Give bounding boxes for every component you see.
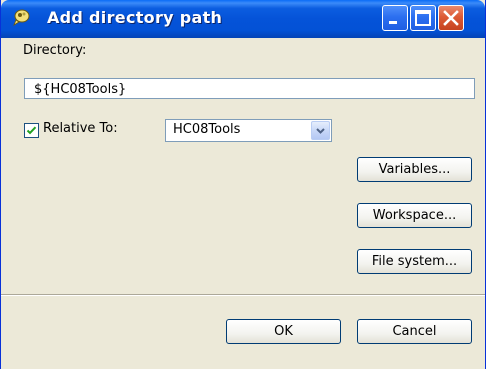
title-bar[interactable]: Add directory path	[1, 0, 485, 38]
maximize-button[interactable]	[410, 5, 436, 31]
workspace-button[interactable]: Workspace...	[357, 203, 472, 228]
combo-dropdown-button[interactable]	[311, 121, 330, 140]
relative-to-selected-value: HC08Tools	[173, 122, 241, 137]
close-icon	[443, 10, 459, 26]
checkmark-icon	[26, 126, 37, 135]
directory-label: Directory:	[23, 43, 87, 58]
relative-to-label[interactable]: Relative To:	[43, 121, 118, 136]
close-button[interactable]	[438, 5, 464, 31]
dialog-title: Add directory path	[47, 8, 223, 27]
ok-button[interactable]: OK	[226, 319, 341, 344]
relative-to-combo[interactable]: HC08Tools	[165, 119, 332, 142]
minimize-icon	[389, 21, 397, 24]
add-directory-path-dialog: Add directory path Directory: Relative T…	[0, 0, 486, 369]
minimize-button[interactable]	[382, 5, 408, 31]
maximize-icon	[415, 10, 431, 26]
cancel-button[interactable]: Cancel	[357, 319, 472, 344]
relative-to-checkbox[interactable]	[24, 123, 39, 138]
eclipse-dialog-icon	[11, 6, 35, 30]
file-system-button[interactable]: File system...	[357, 249, 472, 274]
variables-button[interactable]: Variables...	[357, 157, 472, 182]
chevron-down-icon	[316, 128, 325, 134]
footer-separator	[1, 294, 485, 296]
directory-input[interactable]	[24, 78, 475, 99]
